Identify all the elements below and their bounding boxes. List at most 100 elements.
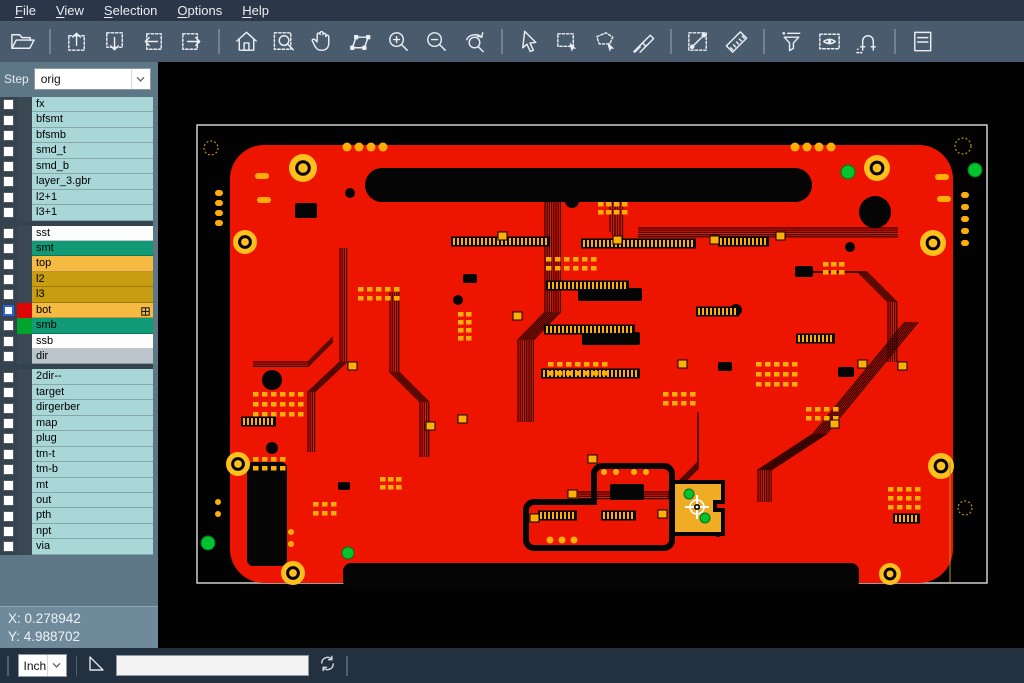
layer-color-swatch[interactable] bbox=[17, 400, 32, 415]
layer-row-smd_b[interactable]: smd_b bbox=[0, 159, 153, 174]
layer-checkbox[interactable] bbox=[3, 495, 14, 506]
layer-checkbox[interactable] bbox=[3, 146, 14, 157]
layer-color-swatch[interactable] bbox=[17, 385, 32, 400]
toolbar-zoom-out-button[interactable] bbox=[422, 27, 451, 56]
layer-name[interactable]: tm-b bbox=[32, 462, 153, 477]
layer-checkbox[interactable] bbox=[3, 99, 14, 110]
toolbar-clean-button[interactable] bbox=[629, 27, 658, 56]
layer-checkbox[interactable] bbox=[3, 161, 14, 172]
layer-row-2dir--[interactable]: 2dir-- bbox=[0, 369, 153, 384]
toolbar-shift-left-button[interactable] bbox=[139, 27, 168, 56]
toolbar-open-button[interactable] bbox=[8, 27, 37, 56]
layer-row-l2+1[interactable]: l2+1 bbox=[0, 190, 153, 205]
layer-name[interactable]: top bbox=[32, 256, 153, 271]
layer-row-dirgerber[interactable]: dirgerber bbox=[0, 400, 153, 415]
layer-color-swatch[interactable] bbox=[17, 226, 32, 241]
toolbar-home-button[interactable] bbox=[232, 27, 261, 56]
layer-row-sst[interactable]: sst bbox=[0, 226, 153, 241]
layer-row-top[interactable]: top bbox=[0, 256, 153, 271]
layer-color-swatch[interactable] bbox=[17, 431, 32, 446]
toolbar-pan-button[interactable] bbox=[308, 27, 337, 56]
unit-select[interactable]: Inch bbox=[18, 654, 67, 677]
layer-row-map[interactable]: map bbox=[0, 416, 153, 431]
layer-checkbox[interactable] bbox=[3, 130, 14, 141]
menu-help[interactable]: Help bbox=[232, 2, 279, 20]
layer-row-smb[interactable]: smb bbox=[0, 318, 153, 333]
layer-color-swatch[interactable] bbox=[17, 416, 32, 431]
layer-name[interactable]: npt bbox=[32, 524, 153, 539]
step-select[interactable]: orig bbox=[34, 68, 151, 90]
layer-checkbox[interactable] bbox=[3, 115, 14, 126]
layer-color-swatch[interactable] bbox=[17, 318, 32, 333]
chevron-down-icon[interactable] bbox=[47, 655, 66, 676]
toolbar-measure-button[interactable] bbox=[684, 27, 713, 56]
layer-name[interactable]: mt bbox=[32, 478, 153, 493]
toolbar-snap-button[interactable] bbox=[853, 27, 882, 56]
layer-checkbox[interactable] bbox=[3, 480, 14, 491]
layer-checkbox[interactable] bbox=[3, 289, 14, 300]
layer-name[interactable]: l2+1 bbox=[32, 190, 153, 205]
layer-name[interactable]: tm-t bbox=[32, 447, 153, 462]
layer-color-swatch[interactable] bbox=[17, 478, 32, 493]
layer-row-tm-b[interactable]: tm-b bbox=[0, 462, 153, 477]
toolbar-pointer-button[interactable] bbox=[515, 27, 544, 56]
layer-color-swatch[interactable] bbox=[17, 462, 32, 477]
layer-row-l3[interactable]: l3 bbox=[0, 287, 153, 302]
layer-checkbox[interactable] bbox=[3, 372, 14, 383]
layer-checkbox[interactable] bbox=[3, 176, 14, 187]
layer-checkbox[interactable] bbox=[3, 351, 14, 362]
layer-name[interactable]: out bbox=[32, 493, 153, 508]
layer-checkbox[interactable] bbox=[3, 418, 14, 429]
layer-checkbox[interactable] bbox=[3, 320, 14, 331]
corner-measure-icon[interactable] bbox=[86, 653, 107, 679]
menu-view[interactable]: View bbox=[46, 2, 94, 20]
layer-name[interactable]: bot bbox=[32, 303, 153, 318]
grid-icon[interactable] bbox=[141, 306, 150, 315]
layer-row-dir[interactable]: dir bbox=[0, 349, 153, 364]
layer-name[interactable]: via bbox=[32, 539, 153, 554]
layer-row-smt[interactable]: smt bbox=[0, 241, 153, 256]
layer-row-fx[interactable]: fx bbox=[0, 97, 153, 112]
layer-color-swatch[interactable] bbox=[17, 128, 32, 143]
layer-color-swatch[interactable] bbox=[17, 508, 32, 523]
layer-row-bfsmt[interactable]: bfsmt bbox=[0, 112, 153, 127]
layer-name[interactable]: smt bbox=[32, 241, 153, 256]
toolbar-zoom-undo-button[interactable] bbox=[460, 27, 489, 56]
layer-checkbox[interactable] bbox=[3, 449, 14, 460]
layer-row-npt[interactable]: npt bbox=[0, 524, 153, 539]
layer-color-swatch[interactable] bbox=[17, 447, 32, 462]
layer-row-l3+1[interactable]: l3+1 bbox=[0, 205, 153, 220]
layer-name[interactable]: dir bbox=[32, 349, 153, 364]
layer-checkbox[interactable] bbox=[3, 403, 14, 414]
command-input[interactable] bbox=[116, 655, 309, 676]
layer-row-bot[interactable]: bot bbox=[0, 303, 153, 318]
layer-row-mt[interactable]: mt bbox=[0, 478, 153, 493]
layer-row-via[interactable]: via bbox=[0, 539, 153, 554]
layer-color-swatch[interactable] bbox=[17, 256, 32, 271]
layer-name[interactable]: l3 bbox=[32, 287, 153, 302]
layer-checkbox[interactable] bbox=[3, 259, 14, 270]
toolbar-select-rect-button[interactable] bbox=[553, 27, 582, 56]
layer-color-swatch[interactable] bbox=[17, 493, 32, 508]
layer-color-swatch[interactable] bbox=[17, 272, 32, 287]
layer-color-swatch[interactable] bbox=[17, 303, 32, 318]
layer-name[interactable]: fx bbox=[32, 97, 153, 112]
layer-checkbox[interactable] bbox=[3, 433, 14, 444]
layer-name[interactable]: l3+1 bbox=[32, 205, 153, 220]
layer-checkbox[interactable] bbox=[3, 305, 14, 316]
toolbar-shift-down-button[interactable] bbox=[101, 27, 130, 56]
layer-name[interactable]: layer_3.gbr bbox=[32, 174, 153, 189]
toolbar-shift-up-button[interactable] bbox=[63, 27, 92, 56]
layer-row-pth[interactable]: pth bbox=[0, 508, 153, 523]
layer-name[interactable]: bfsmt bbox=[32, 112, 153, 127]
layer-name[interactable]: map bbox=[32, 416, 153, 431]
menu-selection[interactable]: Selection bbox=[94, 2, 167, 20]
toolbar-shift-right-button[interactable] bbox=[177, 27, 206, 56]
layer-row-ssb[interactable]: ssb bbox=[0, 334, 153, 349]
layer-color-swatch[interactable] bbox=[17, 112, 32, 127]
layer-checkbox[interactable] bbox=[3, 207, 14, 218]
layer-color-swatch[interactable] bbox=[17, 190, 32, 205]
layer-checkbox[interactable] bbox=[3, 526, 14, 537]
menu-options[interactable]: Options bbox=[167, 2, 232, 20]
toolbar-select-polygon-button[interactable] bbox=[591, 27, 620, 56]
